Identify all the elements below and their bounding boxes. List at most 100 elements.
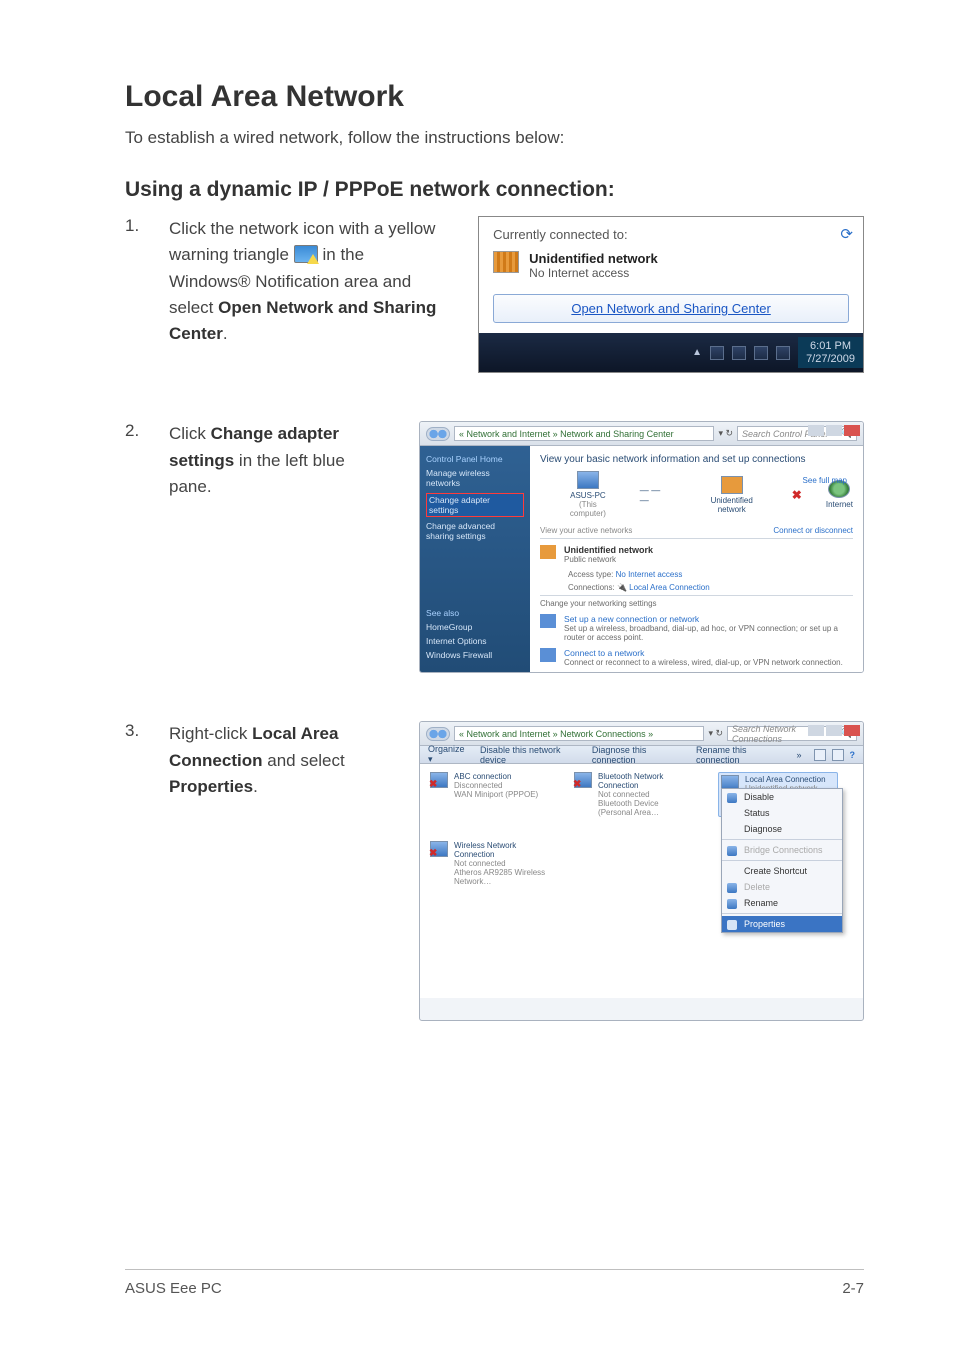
window-buttons [808,725,860,736]
opt-setup-link[interactable]: Set up a new connection or network [564,614,853,624]
main-title: View your basic network information and … [540,454,853,465]
left-pane: Control Panel Home Manage wireless netwo… [420,446,530,672]
tray-time: 6:01 PM [806,340,855,353]
conn-abc[interactable]: ABC connectionDisconnectedWAN Miniport (… [430,772,550,817]
sidebar-item-wireless[interactable]: Manage wireless networks [426,468,524,488]
breadcrumb[interactable]: « Network and Internet » Network and Sha… [454,426,714,441]
shield-icon [727,899,737,909]
footer-left: ASUS Eee PC [125,1280,222,1297]
tb-organize[interactable]: Organize ▾ [428,744,468,765]
power-icon[interactable] [732,346,746,360]
modem-icon [430,772,448,788]
tray-clock[interactable]: 6:01 PM 7/27/2009 [798,337,863,368]
conn-name: Bluetooth Network Connection [598,772,694,790]
tb-disable[interactable]: Disable this network device [480,745,580,765]
shield-icon [727,920,737,930]
map-x-icon: ✖ [792,488,802,502]
conn-status: Not connected [598,790,694,799]
section-heading: Using a dynamic IP / PPPoE network conne… [125,178,864,202]
breadcrumb[interactable]: « Network and Internet » Network Connect… [454,726,704,741]
ctx-diagnose[interactable]: Diagnose [722,821,842,837]
conn-name: ABC connection [454,772,538,781]
ctx-delete[interactable]: Delete [722,879,842,895]
figure-netconn-window: « Network and Internet » Network Connect… [419,721,864,1021]
minimize-button[interactable] [808,725,824,736]
preview-icon[interactable] [832,749,844,761]
page-footer: ASUS Eee PC 2-7 [125,1269,864,1297]
opt-connect-link[interactable]: Connect to a network [564,648,843,658]
map-pc-label: ASUS-PC [560,491,616,500]
flag-icon[interactable] [710,346,724,360]
tb-diagnose[interactable]: Diagnose this connection [592,745,684,765]
shield-icon [727,883,737,893]
maximize-button[interactable] [826,725,842,736]
map-node-net: Unidentified network [696,476,768,514]
step-text: Right-click Local Area Connection and se… [169,721,391,800]
step-number: 3. [125,721,147,800]
map-node-pc: ASUS-PC(This computer) [560,471,616,518]
connect-disconnect-link[interactable]: Connect or disconnect [773,526,853,535]
step-bold2: Properties [169,777,253,796]
close-button[interactable] [844,725,860,736]
step-number: 1. [125,216,147,348]
map-dash: — — — [640,485,672,505]
figure-network-flyout: Currently connected to: ⟳ Unidentified n… [478,216,864,373]
conn-name: Wireless Network Connection [454,841,550,859]
flyout-network-subtitle: No Internet access [529,266,658,280]
ctx-disable[interactable]: Disable [722,789,842,805]
shield-icon [727,793,737,803]
kv-conn-label: Connections: [568,583,615,592]
opt-setup-desc: Set up a wireless, broadband, dial-up, a… [564,624,853,642]
sidebar-item-firewall[interactable]: Windows Firewall [426,650,524,660]
ctx-bridge[interactable]: Bridge Connections [722,842,842,858]
sidebar-home[interactable]: Control Panel Home [426,454,524,464]
sidebar-item-advanced-sharing[interactable]: Change advanced sharing settings [426,521,524,541]
nav-back-forward[interactable] [426,427,450,441]
open-nsc-link[interactable]: Open Network and Sharing Center [571,301,770,316]
map-inet-label: Internet [826,500,853,509]
ctx-rename[interactable]: Rename [722,895,842,911]
context-menu: Disable Status Diagnose Bridge Connectio… [721,788,843,933]
sidebar-item-homegroup[interactable]: HomeGroup [426,622,524,632]
change-settings-title: Change your networking settings [540,599,853,608]
conn-bluetooth[interactable]: Bluetooth Network ConnectionNot connecte… [574,772,694,817]
ctx-properties[interactable]: Properties [722,916,842,932]
network-tray-icon[interactable] [754,346,768,360]
toolbar: Organize ▾ Disable this network device D… [420,746,863,764]
show-hidden-icon[interactable]: ▲ [692,347,702,358]
open-nsc-button[interactable]: Open Network and Sharing Center [493,294,849,323]
sidebar-item-inet-options[interactable]: Internet Options [426,636,524,646]
see-full-map-link[interactable]: See full map [803,476,847,485]
tb-rename[interactable]: Rename this connection [696,745,784,765]
kv-access-value: No Internet access [616,570,683,579]
map-net-label: Unidentified network [696,496,768,514]
step-text: Click the network icon with a yellow war… [169,216,450,348]
conn-device: Atheros AR9285 Wireless Network… [454,868,550,886]
page-heading: Local Area Network [125,80,864,114]
tb-more[interactable]: » [796,750,801,760]
ctx-shortcut[interactable]: Create Shortcut [722,863,842,879]
conn-name: Local Area Connection [745,775,835,784]
sidebar-item-change-adapter[interactable]: Change adapter settings [426,493,524,517]
bluetooth-icon [574,772,592,788]
maximize-button[interactable] [826,425,842,436]
main-pane: View your basic network information and … [530,446,863,672]
bench-small-icon [540,545,556,559]
refresh-icon[interactable]: ⟳ [840,225,853,243]
volume-icon[interactable] [776,346,790,360]
view-active-label: View your active networks [540,526,632,535]
step-text: Click Change adapter settings in the lef… [169,421,391,500]
unet-sub: Public network [564,555,653,564]
step-number: 2. [125,421,147,500]
step-1: 1. Click the network icon with a yellow … [125,216,864,373]
view-icon[interactable] [814,749,826,761]
address-bar: « Network and Internet » Network and Sha… [420,422,863,446]
minimize-button[interactable] [808,425,824,436]
nav-back-forward[interactable] [426,727,450,741]
conn-status: Not connected [454,859,550,868]
help-icon[interactable]: ? [850,750,856,760]
kv-conn-value[interactable]: Local Area Connection [629,583,710,592]
conn-wireless[interactable]: Wireless Network ConnectionNot connected… [430,841,550,886]
close-button[interactable] [844,425,860,436]
ctx-status[interactable]: Status [722,805,842,821]
